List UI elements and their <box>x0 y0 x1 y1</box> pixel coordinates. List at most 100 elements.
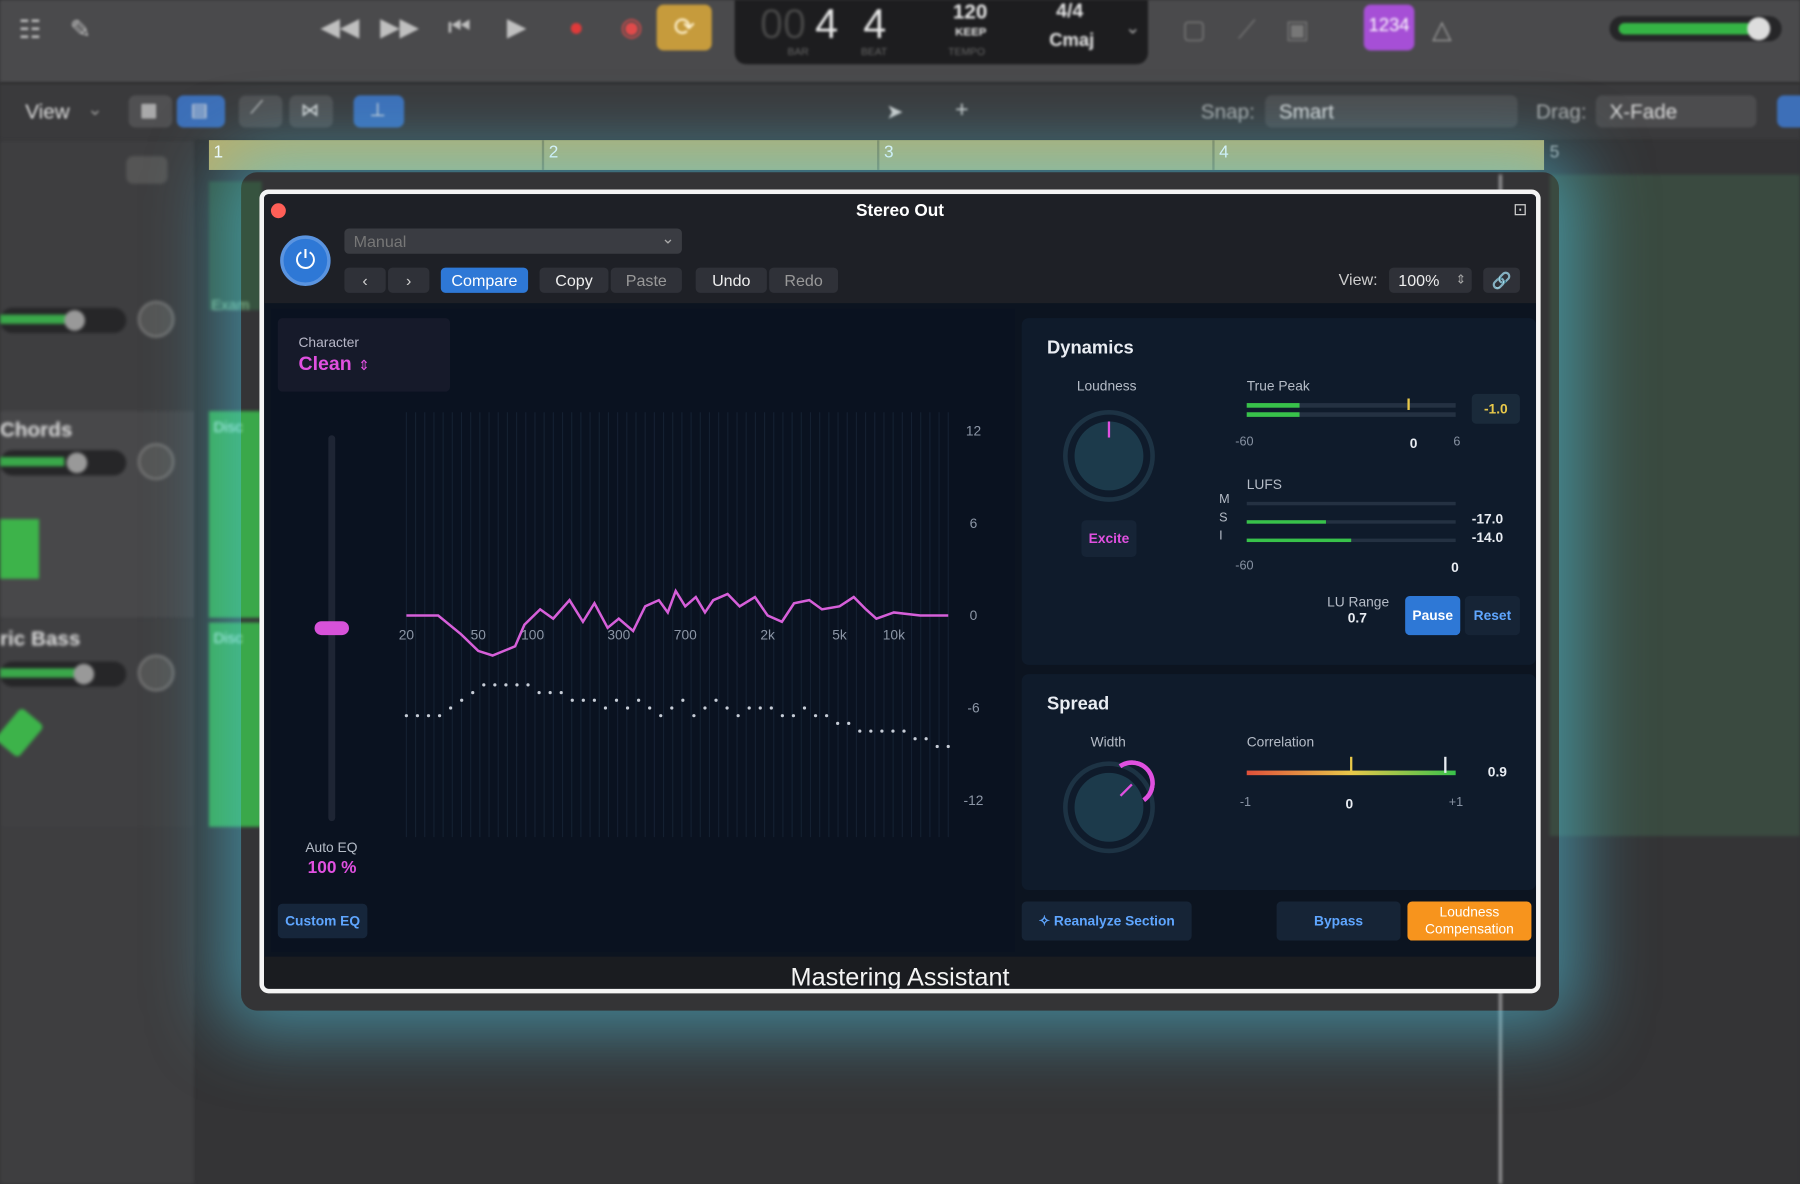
expand-window-icon[interactable]: ⊡ <box>1513 199 1527 220</box>
extra-toolbar-button[interactable] <box>1777 95 1800 128</box>
bypass-button[interactable]: Bypass <box>1276 901 1401 941</box>
compare-button[interactable]: Compare <box>440 267 529 293</box>
lufs-value: -17.0 <box>1471 511 1504 528</box>
ruler-tick <box>541 140 545 170</box>
copy-button[interactable]: Copy <box>539 267 609 293</box>
spectrum-point <box>836 721 840 725</box>
cycle-button[interactable]: ⟳ <box>656 4 712 51</box>
chevron-down-icon[interactable]: ⌄ <box>1125 16 1140 39</box>
count-in-button[interactable]: 1234 <box>1363 4 1415 51</box>
pencil-icon[interactable]: ✎ <box>60 7 101 53</box>
eq-db-label: 12 <box>966 423 981 438</box>
view-zoom-select[interactable]: 100% ⇕ <box>1389 267 1472 293</box>
lcd-bar-faded: 00 <box>759 0 806 48</box>
master-volume-knob[interactable] <box>1747 17 1771 41</box>
spectrum-point <box>747 706 751 710</box>
flex-icon: ⋈ <box>300 101 320 121</box>
excite-button[interactable]: Excite <box>1081 520 1137 557</box>
list-editor-icon[interactable]: ▢ <box>1173 7 1214 53</box>
spectrum-point <box>869 729 873 733</box>
rewind-icon[interactable]: ◀◀ <box>317 5 363 51</box>
track-volume-fill <box>0 668 76 678</box>
region-area-right <box>1549 174 1800 837</box>
ruler-mark: 4 <box>1219 142 1229 162</box>
automation-icon: ⟋ <box>250 98 264 119</box>
capture-record-icon[interactable]: ◉ <box>608 5 654 51</box>
track-header-chords[interactable]: Chords <box>0 411 196 618</box>
spectrum-point <box>791 714 796 718</box>
ruler-mark: 3 <box>883 142 894 162</box>
ruler-mark: 2 <box>548 142 559 162</box>
pointer-tool-icon[interactable]: ➤ <box>886 100 903 124</box>
reset-button[interactable]: Reset <box>1464 596 1520 636</box>
pause-button[interactable]: Pause <box>1405 596 1461 636</box>
ruler[interactable]: 1 2 3 4 <box>208 140 1545 170</box>
lu-range-label: LU Range <box>1327 593 1390 610</box>
link-button[interactable]: 🔗 <box>1483 267 1520 293</box>
mixer-icon[interactable]: ☷ <box>9 7 50 53</box>
fast-forward-icon[interactable]: ▶▶ <box>377 5 423 51</box>
tracks-view-button[interactable]: ▤ <box>176 95 226 128</box>
true-peak-marker <box>1407 398 1410 410</box>
loudness-compensation-button[interactable]: Loudness Compensation <box>1407 901 1532 941</box>
lcd-display[interactable]: 00 4 4 BAR BEAT 120 KEEP TEMPO 4/4 Cmaj … <box>734 0 1148 65</box>
automation-button[interactable]: ⟋ <box>238 95 283 128</box>
add-track-button[interactable] <box>126 156 168 184</box>
reanalyze-button[interactable]: ✧ Reanalyze Section <box>1021 901 1192 941</box>
power-button[interactable]: ⏻ <box>280 235 331 286</box>
track-volume-knob[interactable] <box>66 452 88 474</box>
record-icon[interactable]: ● <box>553 5 599 51</box>
tuner-icon[interactable]: ⟋ <box>1226 7 1267 53</box>
next-preset-button[interactable]: › <box>388 267 430 293</box>
width-label: Width <box>1090 733 1126 750</box>
pan-knob[interactable] <box>137 654 175 692</box>
eq-db-label: -12 <box>964 793 984 808</box>
play-icon[interactable]: ▶ <box>494 5 540 51</box>
pan-knob[interactable] <box>137 300 175 338</box>
chevron-left-icon: ‹ <box>362 271 368 290</box>
spectrum-point <box>614 698 619 702</box>
track-volume-slider[interactable] <box>0 307 127 334</box>
track-volume-knob[interactable] <box>73 663 95 685</box>
eq-freq-label: 20 <box>399 628 415 643</box>
redo-button[interactable]: Redo <box>769 267 839 293</box>
track-volume-slider[interactable] <box>0 450 127 476</box>
plus-tool-icon[interactable]: + <box>955 98 968 124</box>
key-signature: Cmaj <box>1049 31 1095 51</box>
true-peak-label: True Peak <box>1246 377 1310 394</box>
spectrum-point <box>935 744 939 749</box>
score-icon[interactable]: ▣ <box>1277 7 1318 53</box>
spectrum-point <box>625 706 630 710</box>
spectrum-point <box>548 690 552 695</box>
track-volume-knob[interactable] <box>64 310 85 331</box>
pan-knob[interactable] <box>137 443 175 481</box>
grid-view-button[interactable]: ▦ <box>128 95 173 128</box>
reanalyze-label: Reanalyze Section <box>1053 912 1175 930</box>
catch-playhead-button[interactable]: ⊥ <box>353 95 405 128</box>
spectrum-point <box>880 729 884 733</box>
spectrum-point <box>415 714 420 718</box>
drag-select[interactable]: X-Fade <box>1595 95 1757 128</box>
view-menu[interactable]: View <box>25 100 69 124</box>
lufs-meter-fill <box>1246 538 1352 543</box>
master-volume-slider[interactable] <box>1609 16 1782 42</box>
snap-select[interactable]: Smart <box>1265 95 1518 128</box>
preset-select[interactable]: Manual ⌄ <box>344 228 682 254</box>
paste-button[interactable]: Paste <box>610 267 682 293</box>
scale-label: +1 <box>1448 795 1464 810</box>
loudness-knob[interactable] <box>1063 409 1155 502</box>
lufs-meter <box>1246 520 1456 524</box>
previous-preset-button[interactable]: ‹ <box>344 267 386 293</box>
undo-button[interactable]: Undo <box>695 267 767 293</box>
spectrum-point <box>449 706 453 710</box>
region-label: Disc <box>213 629 243 647</box>
width-knob[interactable] <box>1063 756 1159 854</box>
track-header-bass[interactable]: ric Bass <box>0 620 196 827</box>
metronome-icon[interactable]: △ <box>1421 7 1462 53</box>
spectrum-point <box>858 729 862 733</box>
lcd-beat: 4 <box>863 0 887 48</box>
track-volume-slider[interactable] <box>0 661 127 687</box>
eq-db-label: -6 <box>967 700 980 715</box>
go-to-start-icon[interactable]: ⏮ <box>436 5 482 51</box>
flex-button[interactable]: ⋈ <box>289 95 333 128</box>
